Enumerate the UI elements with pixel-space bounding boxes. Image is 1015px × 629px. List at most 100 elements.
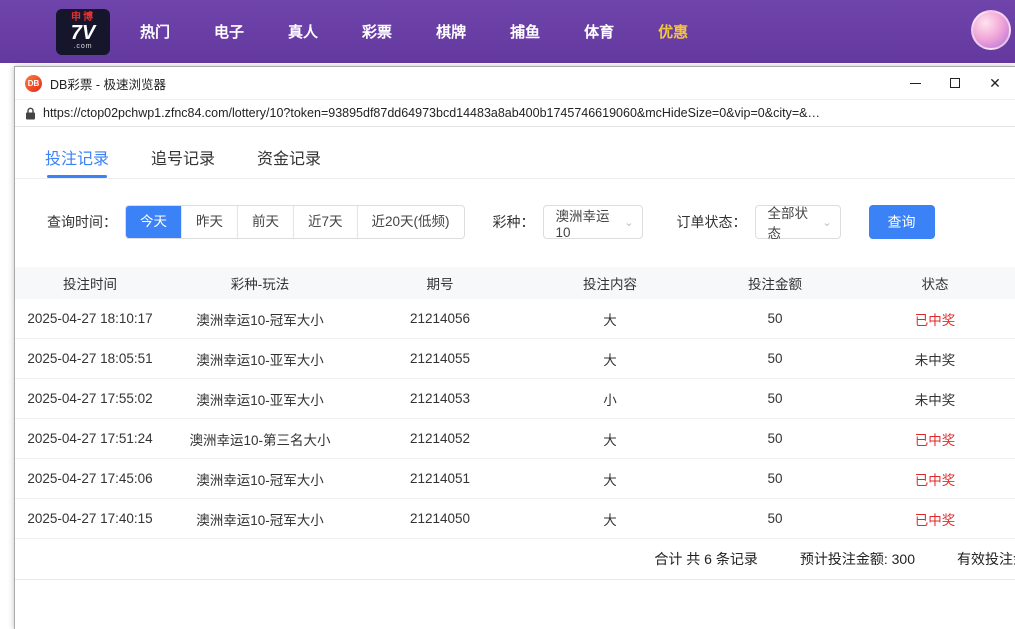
cell-content: 大	[603, 472, 617, 488]
filter-bar: 查询时间： 今天 昨天 前天 近7天 近20天(低频) 彩种： 澳洲幸运10 ⌄ 订单状…	[47, 205, 1015, 241]
cell-time: 2025-04-27 17:55:02	[27, 391, 153, 406]
cell-issue: 21214053	[409, 391, 471, 406]
cell-status: 未中奖	[914, 392, 956, 408]
summary-total: 合计 共 6 条记录	[654, 551, 758, 567]
minimize-button[interactable]	[895, 67, 935, 99]
tab-3[interactable]: 资金记录	[257, 145, 321, 178]
top-nav: 热门 电子 真人 彩票 棋牌 捕鱼 体育 优惠	[140, 21, 688, 42]
table-header-cell: 状态	[921, 277, 949, 292]
address-bar[interactable]: https://ctop02pchwp1.zfnc84.com/lottery/…	[15, 99, 1015, 127]
cell-amount: 50	[767, 511, 783, 526]
cell-status: 已中奖	[914, 432, 956, 448]
time-option-4[interactable]: 近7天	[293, 206, 357, 238]
status-select[interactable]: 全部状态 ⌄	[754, 205, 841, 241]
window-title: DB彩票 - 极速浏览器	[50, 77, 166, 92]
window-titlebar[interactable]: DB DB彩票 - 极速浏览器 ✕	[15, 67, 1015, 99]
cell-game: 澳洲幸运10-冠军大小	[196, 312, 324, 328]
bet-records-table: 投注时间 彩种-玩法 期号 投注内容 投注金额 状态 2025-04-27 18:10:1…	[15, 267, 1015, 539]
browser-window: DB DB彩票 - 极速浏览器 ✕ https://ctop02pchwp1.z…	[14, 66, 1015, 629]
close-icon: ✕	[989, 75, 1001, 91]
logo-text-com: .com	[73, 43, 93, 50]
table-body: 2025-04-27 18:10:17 澳洲幸运10-冠军大小 21214056 大 5…	[15, 299, 1015, 539]
maximize-icon	[950, 78, 960, 88]
cell-status: 已中奖	[914, 472, 956, 488]
cell-content: 大	[603, 312, 617, 328]
cell-content: 大	[603, 432, 617, 448]
nav-item-6[interactable]: 捕鱼	[510, 21, 540, 42]
cell-amount: 50	[767, 311, 783, 326]
chevron-down-icon: ⌄	[624, 216, 634, 229]
table-header-cell: 期号	[426, 277, 454, 292]
user-avatar[interactable]	[971, 10, 1011, 50]
url-text[interactable]: https://ctop02pchwp1.zfnc84.com/lottery/…	[43, 106, 820, 120]
time-filter-label: 查询时间：	[47, 214, 117, 230]
logo-text-7v: 7V	[70, 22, 96, 44]
record-tabs: 投注记录 追号记录 资金记录	[15, 127, 1015, 179]
nav-item-2[interactable]: 电子	[214, 21, 244, 42]
lottery-select-value: 澳洲幸运10	[555, 208, 610, 240]
nav-item-8[interactable]: 优惠	[658, 21, 688, 42]
summary-valid-amount: 有效投注金	[957, 551, 1015, 567]
table-row: 2025-04-27 17:45:06 澳洲幸运10-冠军大小 21214051 大 5…	[15, 459, 1015, 499]
cell-content: 大	[603, 512, 617, 528]
table-header-row: 投注时间 彩种-玩法 期号 投注内容 投注金额 状态	[15, 267, 1015, 299]
summary-expected-amount: 预计投注金额: 300	[799, 551, 915, 567]
table-row: 2025-04-27 17:40:15 澳洲幸运10-冠军大小 21214050 大 5…	[15, 499, 1015, 539]
cell-issue: 21214055	[409, 351, 471, 366]
lottery-select[interactable]: 澳洲幸运10 ⌄	[542, 205, 643, 240]
cell-content: 大	[603, 352, 617, 368]
table-row: 2025-04-27 17:55:02 澳洲幸运10-亚军大小 21214053 小 5…	[15, 379, 1015, 419]
cell-time: 2025-04-27 18:10:17	[27, 311, 153, 326]
time-option-1[interactable]: 今天	[126, 206, 181, 238]
time-option-5[interactable]: 近20天(低频)	[356, 206, 464, 238]
cell-issue: 21214056	[409, 311, 471, 326]
nav-item-3[interactable]: 真人	[288, 21, 318, 42]
site-topbar: 申博 7V .com 热门 电子 真人 彩票 棋牌 捕鱼 体育 优惠	[0, 0, 1015, 63]
cell-time: 2025-04-27 17:40:15	[27, 511, 153, 526]
nav-item-4[interactable]: 彩票	[362, 21, 392, 42]
table-row: 2025-04-27 17:51:24 澳洲幸运10-第三名大小 21214052 大…	[15, 419, 1015, 459]
cell-issue: 21214050	[409, 511, 471, 526]
cell-status: 已中奖	[914, 312, 956, 328]
tab-2[interactable]: 追号记录	[151, 145, 215, 178]
cell-game: 澳洲幸运10-第三名大小	[189, 432, 331, 448]
table-header-cell: 投注时间	[63, 277, 117, 292]
cell-amount: 50	[767, 391, 783, 406]
site-logo[interactable]: 申博 7V .com	[56, 8, 110, 55]
tab-1[interactable]: 投注记录	[45, 145, 109, 178]
table-row: 2025-04-27 18:05:51 澳洲幸运10-亚军大小 21214055 大 5…	[15, 339, 1015, 379]
minimize-icon	[909, 82, 921, 84]
close-button[interactable]: ✕	[975, 67, 1015, 99]
table-header-cell: 彩种-玩法	[230, 277, 290, 292]
maximize-button[interactable]	[935, 67, 975, 99]
cell-game: 澳洲幸运10-冠军大小	[196, 472, 324, 488]
nav-item-5[interactable]: 棋牌	[436, 21, 466, 42]
search-button[interactable]: 查询	[868, 205, 935, 239]
time-option-3[interactable]: 前天	[237, 206, 293, 238]
table-header-cell: 投注内容	[583, 277, 637, 292]
time-option-2[interactable]: 昨天	[181, 206, 237, 238]
lock-icon	[25, 107, 36, 120]
cell-status: 未中奖	[914, 352, 956, 368]
cell-game: 澳洲幸运10-亚军大小	[196, 352, 324, 368]
nav-item-7[interactable]: 体育	[584, 21, 614, 42]
cell-game: 澳洲幸运10-冠军大小	[196, 512, 324, 528]
cell-amount: 50	[767, 351, 783, 366]
cell-issue: 21214051	[409, 471, 471, 486]
cell-content: 小	[603, 392, 617, 408]
status-filter-label: 订单状态：	[676, 214, 747, 230]
table-header-cell: 投注金额	[748, 277, 802, 292]
cell-amount: 50	[767, 431, 783, 446]
cell-time: 2025-04-27 17:51:24	[27, 431, 153, 446]
site-favicon-badge: DB	[25, 74, 42, 92]
status-select-value: 全部状态	[767, 206, 809, 241]
window-controls: ✕	[895, 67, 1015, 99]
nav-item-1[interactable]: 热门	[140, 21, 170, 42]
cell-status: 已中奖	[914, 512, 956, 528]
cell-amount: 50	[767, 471, 783, 486]
cell-time: 2025-04-27 17:45:06	[27, 471, 153, 486]
table-row: 2025-04-27 18:10:17 澳洲幸运10-冠军大小 21214056 大 5…	[15, 299, 1015, 339]
chevron-down-icon: ⌄	[822, 216, 832, 229]
cell-game: 澳洲幸运10-亚军大小	[196, 392, 324, 408]
summary-row: 合计 共 6 条记录 预计投注金额: 300 有效投注金	[15, 539, 1015, 580]
